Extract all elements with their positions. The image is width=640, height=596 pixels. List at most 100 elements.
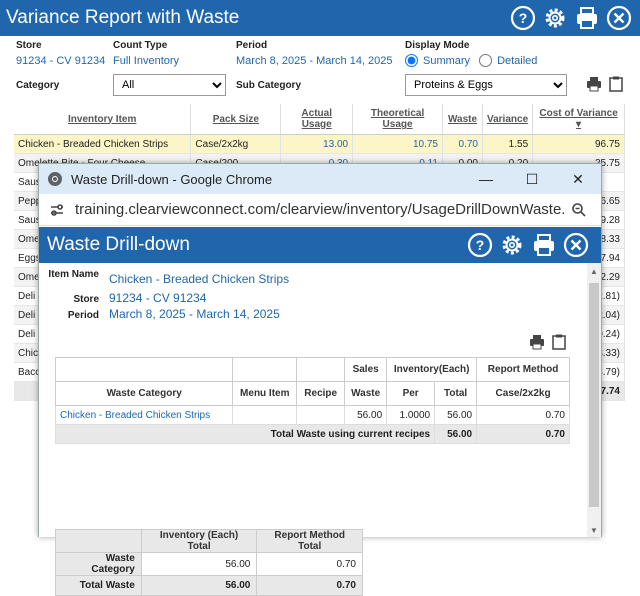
chrome-icon	[48, 172, 62, 186]
column-header[interactable]: Cost of Variance ▾	[532, 104, 625, 135]
summary-radio-label[interactable]: Summary	[423, 55, 470, 67]
store-value: 91234 - CV 91234	[109, 291, 207, 305]
column-header[interactable]: Actual Usage	[280, 104, 354, 135]
summary-inv-cell: 56.00	[140, 552, 258, 576]
period-label: Period	[236, 40, 268, 51]
column-header: Waste	[344, 381, 388, 406]
theoretical-usage-link[interactable]: 10.75	[352, 134, 443, 154]
summary-row: Total Waste 56.00 0.70	[55, 575, 363, 596]
waste-link[interactable]: 0.70	[442, 134, 483, 154]
gear-icon[interactable]	[542, 5, 568, 31]
window-controls: — ☐ ✕	[463, 164, 601, 194]
table-header-row: Inventory Item Pack Size Actual Usage Th…	[14, 104, 625, 135]
print-icon[interactable]	[531, 232, 557, 258]
summary-rep-cell: 0.70	[256, 552, 363, 576]
variance-cell: 1.55	[482, 134, 534, 154]
column-header[interactable]: Pack Size	[190, 104, 282, 135]
subcategory-label: Sub Category	[236, 80, 302, 91]
category-select[interactable]: All	[113, 74, 226, 96]
help-icon[interactable]: ?	[467, 232, 493, 258]
column-header[interactable]: Variance	[482, 104, 534, 135]
pack-cell: Case/2x2kg	[190, 134, 282, 154]
address-bar[interactable]: training.clearviewconnect.com/clearview/…	[39, 194, 601, 226]
per-cell: 1.0000	[386, 405, 436, 425]
help-icon[interactable]: ?	[510, 5, 536, 31]
summary-row: Waste Category 56.00 0.70	[55, 552, 363, 576]
display-mode-label: Display Mode	[405, 40, 470, 51]
store-label: Store	[16, 40, 42, 51]
total-label: Total Waste using current recipes	[54, 424, 436, 444]
close-icon[interactable]	[563, 232, 589, 258]
summary-header-row: Inventory (Each) Total Report Method Tot…	[55, 529, 363, 553]
waste-drilldown-panel: Waste Drill-down ? ▲ ▼ Item Name Chicken…	[39, 227, 601, 596]
close-icon[interactable]	[606, 5, 632, 31]
column-header[interactable]: Waste	[442, 104, 483, 135]
scroll-up-icon[interactable]: ▲	[590, 267, 598, 276]
url-text[interactable]: training.clearviewconnect.com/clearview/…	[75, 201, 565, 218]
header-actions: ?	[510, 5, 632, 31]
actual-usage-link[interactable]: 13.00	[280, 134, 354, 154]
item-name-label: Item Name	[48, 269, 99, 280]
summary-row-label: Total Waste	[55, 575, 142, 596]
maximize-button[interactable]: ☐	[509, 164, 555, 194]
column-header-row: Waste Category Menu Item Recipe Waste Pe…	[54, 381, 570, 406]
category-label: Category	[16, 80, 60, 91]
waste-category-link[interactable]: Chicken - Breaded Chicken Strips	[54, 405, 234, 425]
column-header[interactable]: Theoretical Usage	[352, 104, 443, 135]
total-row: Total Waste using current recipes 56.00 …	[54, 424, 570, 444]
count-type-value: Full Inventory	[113, 55, 180, 67]
table-row: Chicken - Breaded Chicken Strips 56.00 1…	[54, 405, 570, 425]
summary-row-label: Waste Category	[55, 552, 142, 576]
total-case-cell: 0.70	[476, 424, 570, 444]
zoom-icon[interactable]	[571, 202, 587, 218]
browser-titlebar[interactable]: Waste Drill-down - Google Chrome — ☐ ✕	[39, 164, 601, 194]
print-icon[interactable]	[574, 5, 600, 31]
summary-radio[interactable]	[405, 54, 418, 67]
print-icon[interactable]	[529, 334, 545, 350]
inventory-group-header: Inventory(Each)	[386, 357, 478, 382]
column-header[interactable]: Inventory Item	[14, 104, 192, 135]
item-cell: Chicken - Breaded Chicken Strips	[14, 134, 192, 154]
display-mode-radios: Summary Detailed	[405, 54, 537, 67]
summary-inv-cell: 56.00	[140, 575, 258, 596]
column-header: Report Method Total	[256, 529, 363, 553]
page-title: Variance Report with Waste	[6, 7, 240, 28]
gear-icon[interactable]	[499, 232, 525, 258]
total-cell: 56.00	[434, 405, 478, 425]
site-info-icon[interactable]	[49, 202, 65, 218]
column-header: Total	[434, 381, 478, 406]
print-icon[interactable]	[586, 76, 602, 92]
minimize-button[interactable]: —	[463, 164, 509, 194]
column-header: Menu Item	[232, 381, 298, 406]
column-header: Per	[386, 381, 436, 406]
column-header: Recipe	[296, 381, 346, 406]
subcategory-select[interactable]: Proteins & Eggs	[405, 74, 567, 96]
clipboard-icon[interactable]	[608, 76, 624, 92]
popup-scrollbar[interactable]: ▲ ▼	[587, 263, 601, 537]
period-label: Period	[67, 310, 99, 321]
group-header-row: Sales Inventory(Each) Report Method	[54, 357, 570, 382]
report-method-group-header: Report Method	[476, 357, 570, 382]
detailed-radio-label[interactable]: Detailed	[497, 55, 537, 67]
count-type-label: Count Type	[113, 40, 168, 51]
summary-rep-cell: 0.70	[256, 575, 363, 596]
clipboard-icon[interactable]	[551, 334, 567, 350]
detailed-radio[interactable]	[479, 54, 493, 67]
total-total-cell: 56.00	[434, 424, 478, 444]
table-row[interactable]: Chicken - Breaded Chicken Strips Case/2x…	[14, 134, 625, 154]
store-value: 91234 - CV 91234	[16, 55, 106, 67]
scroll-down-icon[interactable]: ▼	[590, 526, 598, 535]
menu-item-cell	[232, 405, 298, 425]
report-tools	[586, 76, 624, 92]
popup-header: Waste Drill-down ?	[39, 227, 601, 263]
close-window-button[interactable]: ✕	[555, 164, 601, 194]
item-name-value: Chicken - Breaded Chicken Strips	[109, 272, 290, 286]
browser-window-title: Waste Drill-down - Google Chrome	[71, 171, 273, 187]
column-header: Inventory (Each) Total	[140, 529, 258, 553]
svg-text:?: ?	[476, 237, 485, 253]
sales-group-header: Sales	[344, 357, 388, 382]
period-value: March 8, 2025 - March 14, 2025	[109, 307, 280, 321]
scroll-thumb[interactable]	[589, 283, 599, 507]
column-header: Waste Category	[54, 381, 234, 406]
popup-title: Waste Drill-down	[47, 234, 190, 255]
